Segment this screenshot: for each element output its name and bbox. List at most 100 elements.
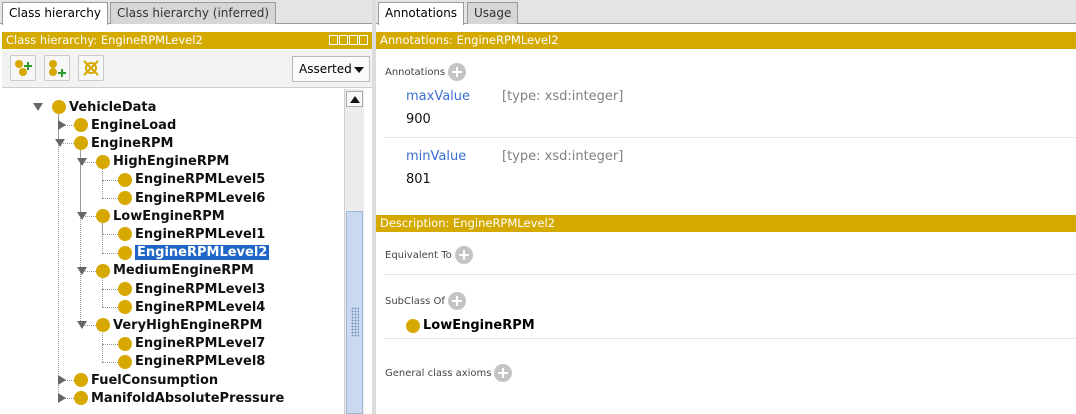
tree-item[interactable]: EngineRPMLevel7 (118, 335, 265, 353)
equivalent-to-section: Equivalent To (385, 246, 473, 264)
tree-item[interactable]: FuelConsumption (74, 371, 218, 389)
class-icon (118, 172, 132, 187)
add-general-axiom-icon[interactable] (494, 364, 513, 382)
tree-item-label: EngineRPMLevel2 (135, 245, 270, 261)
tree-connector (102, 275, 103, 308)
left-tab-bar: Class hierarchy Class hierarchy (inferre… (0, 0, 372, 25)
subclass-of-label: SubClass Of (385, 295, 445, 307)
tab-usage[interactable]: Usage (467, 2, 519, 24)
tree-item-label: EngineRPMLevel1 (135, 226, 266, 242)
tree-connector (102, 343, 118, 345)
tree-item[interactable]: EngineRPMLevel4 (118, 298, 265, 316)
tree-item[interactable]: EngineRPMLevel3 (118, 280, 265, 298)
tree-item[interactable]: EngineRPMLevel6 (118, 189, 265, 207)
delete-class-button[interactable] (78, 55, 104, 81)
expand-down-icon[interactable] (55, 139, 65, 148)
tree-item[interactable]: EngineRPMLevel5 (118, 171, 265, 189)
tree-scrollbar[interactable] (344, 89, 364, 414)
view-minimize-icon[interactable] (349, 35, 358, 45)
tree-connector (102, 361, 118, 363)
tree-item[interactable]: HighEngineRPM (96, 153, 229, 171)
tree-connector (102, 252, 118, 254)
expand-down-icon[interactable] (77, 266, 87, 275)
class-tree: VehicleData EngineLoad EngineRPM HighEngine… (2, 89, 344, 414)
tab-class-hierarchy[interactable]: Class hierarchy (2, 2, 108, 25)
annotations-section-label: Annotations (385, 66, 446, 78)
view-maximize-icon[interactable] (329, 35, 338, 45)
tree-item-label: ManifoldAbsolutePressure (91, 390, 285, 406)
add-sibling-button[interactable] (44, 55, 70, 81)
scroll-grip-icon (351, 307, 359, 337)
class-icon (118, 191, 132, 205)
annotations-title: Annotations: EngineRPMLevel2 (380, 33, 559, 47)
expand-right-icon[interactable] (58, 120, 66, 131)
view-restore-icon[interactable] (339, 35, 348, 45)
annotation-value: 801 (406, 172, 431, 187)
tree-item-label: EngineRPMLevel4 (135, 299, 266, 315)
scroll-up-arrow-icon (350, 96, 360, 103)
class-icon (118, 227, 132, 242)
annotation-property[interactable]: minValue (406, 149, 466, 164)
class-icon (118, 282, 132, 296)
tree-item-label: EngineRPM (91, 135, 174, 151)
add-subclass-icon (15, 60, 32, 76)
delete-class-icon (83, 60, 99, 76)
expand-down-icon[interactable] (77, 321, 87, 330)
view-close-icon[interactable] (359, 35, 368, 45)
tree-item[interactable]: LowEngineRPM (96, 207, 225, 225)
expand-down-icon[interactable] (77, 212, 87, 221)
expand-down-icon[interactable] (77, 157, 87, 166)
tree-item[interactable]: MediumEngineRPM (96, 262, 254, 280)
class-icon (74, 373, 88, 387)
tree-item-selected[interactable]: EngineRPMLevel2 (118, 244, 270, 262)
tree-item[interactable]: EngineLoad (74, 116, 176, 134)
tab-annotations[interactable]: Annotations (378, 2, 465, 25)
add-subclass-button[interactable] (10, 55, 36, 81)
expand-right-icon[interactable] (58, 375, 66, 385)
scroll-up-button[interactable] (346, 91, 363, 107)
tree-item-label: MediumEngineRPM (113, 263, 254, 279)
scroll-thumb[interactable] (346, 211, 363, 414)
section-divider (384, 274, 1076, 275)
tree-item[interactable]: VeryHighEngineRPM (96, 316, 262, 334)
section-divider (384, 338, 1076, 339)
class-icon (96, 318, 110, 333)
hierarchy-title-bar: Class hierarchy: EngineRPMLevel2 (2, 32, 372, 49)
tree-item[interactable]: VehicleData (52, 98, 156, 116)
annotations-section: Annotations (385, 63, 467, 81)
add-superclass-icon[interactable] (447, 292, 466, 310)
superclass-label: LowEngineRPM (423, 318, 535, 333)
expand-down-icon[interactable] (33, 103, 43, 111)
tree-item[interactable]: EngineRPMLevel1 (118, 225, 265, 243)
description-title-bar: Description: EngineRPMLevel2 (376, 215, 1076, 232)
annotation-divider (384, 137, 1076, 138)
chevron-down-icon (354, 67, 364, 73)
tree-item[interactable]: ManifoldAbsolutePressure (74, 389, 284, 407)
tree-connector (102, 307, 118, 309)
tree-connector (102, 221, 103, 253)
superclass-item[interactable]: LowEngineRPM (406, 318, 535, 333)
tree-item-label: EngineRPMLevel5 (135, 172, 266, 188)
class-icon (74, 136, 88, 151)
class-icon (118, 245, 132, 260)
tab-class-hierarchy-inferred[interactable]: Class hierarchy (inferred) (110, 2, 277, 24)
class-icon (74, 391, 88, 406)
add-annotation-icon[interactable] (448, 63, 467, 81)
add-equivalent-icon[interactable] (454, 246, 473, 264)
annotation-property[interactable]: maxValue (406, 89, 470, 104)
tree-connector (102, 166, 103, 198)
hierarchy-mode-label: Asserted (299, 62, 352, 76)
annotations-title-bar: Annotations: EngineRPMLevel2 (376, 32, 1076, 49)
annotation-type: [type: xsd:integer] (502, 89, 624, 104)
hierarchy-mode-dropdown[interactable]: Asserted (292, 56, 370, 82)
tree-item[interactable]: EngineRPM (74, 134, 173, 152)
class-hierarchy-panel: Class hierarchy Class hierarchy (inferre… (0, 0, 372, 414)
tree-connector (58, 112, 59, 399)
expand-right-icon[interactable] (58, 393, 66, 404)
equivalent-to-label: Equivalent To (385, 249, 452, 261)
tree-item[interactable]: EngineRPMLevel8 (118, 353, 265, 371)
hierarchy-title: Class hierarchy: EngineRPMLevel2 (6, 33, 203, 47)
general-axioms-section: General class axioms (385, 364, 513, 382)
class-icon (96, 154, 110, 169)
tree-connector (102, 179, 118, 181)
